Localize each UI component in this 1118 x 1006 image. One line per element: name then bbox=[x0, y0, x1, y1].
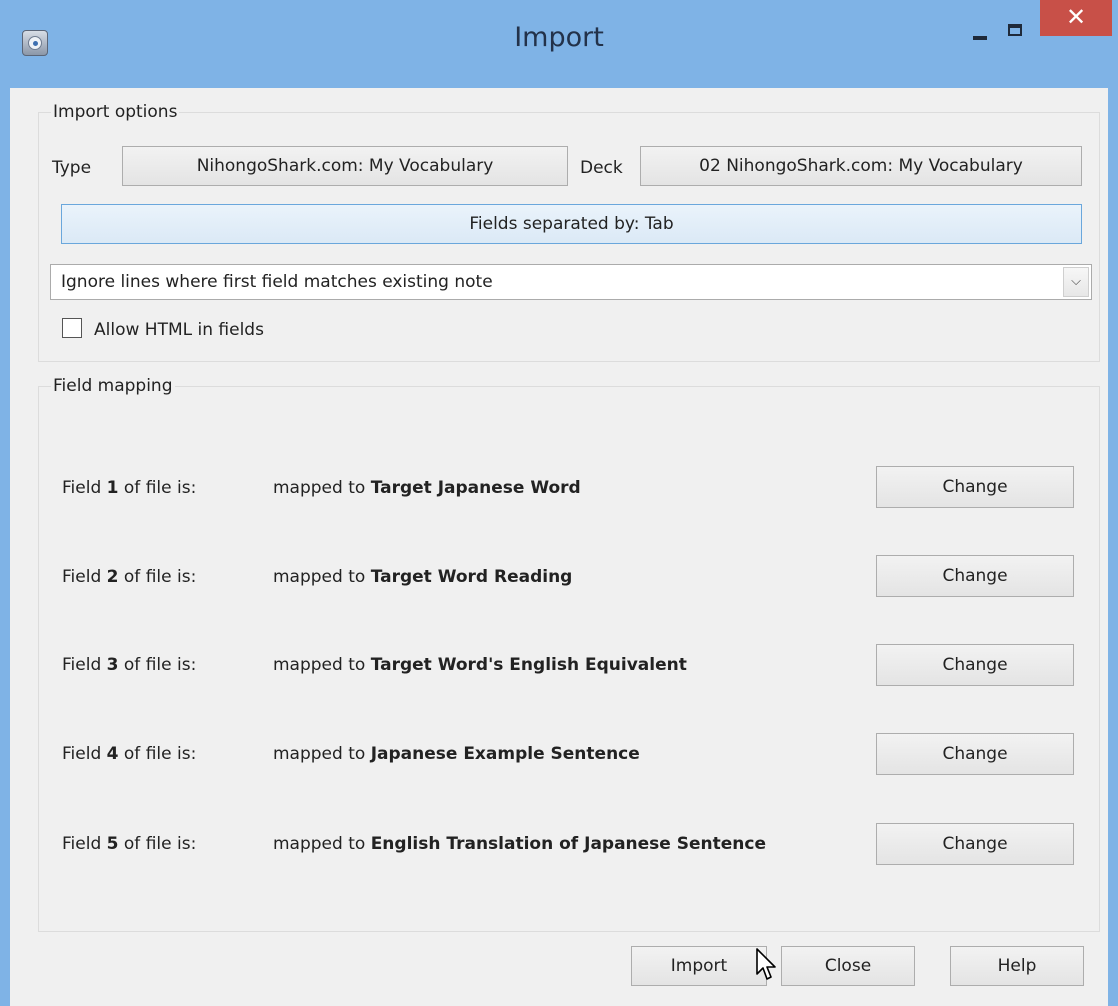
change-button[interactable]: Change bbox=[876, 733, 1074, 775]
duplicate-handling-select[interactable]: Ignore lines where first field matches e… bbox=[50, 264, 1092, 300]
mapped-to-text: mapped to English Translation of Japanes… bbox=[273, 834, 766, 854]
field-row-label: Field 2 of file is: bbox=[62, 567, 197, 587]
change-button[interactable]: Change bbox=[876, 466, 1074, 508]
import-button[interactable]: Import bbox=[631, 946, 767, 986]
field-row-label: Field 5 of file is: bbox=[62, 834, 197, 854]
field-mapping-title: Field mapping bbox=[53, 376, 173, 396]
title-bar[interactable]: Import ✕ bbox=[0, 0, 1118, 88]
mapped-to-text: mapped to Japanese Example Sentence bbox=[273, 744, 640, 764]
mouse-pointer-icon bbox=[756, 948, 776, 980]
field-row-label: Field 1 of file is: bbox=[62, 478, 197, 498]
maximize-icon[interactable] bbox=[1000, 18, 1030, 46]
deck-label: Deck bbox=[580, 158, 623, 178]
close-window-button[interactable]: ✕ bbox=[1040, 0, 1112, 36]
deck-button[interactable]: 02 NihongoShark.com: My Vocabulary bbox=[640, 146, 1082, 186]
chevron-down-icon[interactable]: ⌵ bbox=[1063, 267, 1089, 297]
minimize-icon[interactable] bbox=[965, 18, 995, 46]
field-row-label: Field 3 of file is: bbox=[62, 655, 197, 675]
help-button[interactable]: Help bbox=[950, 946, 1084, 986]
field-row-label: Field 4 of file is: bbox=[62, 744, 197, 764]
allow-html-checkbox[interactable] bbox=[62, 318, 82, 338]
mapped-to-text: mapped to Target Japanese Word bbox=[273, 478, 581, 498]
import-options-title: Import options bbox=[53, 102, 178, 122]
allow-html-label[interactable]: Allow HTML in fields bbox=[94, 320, 264, 340]
fields-separator-button[interactable]: Fields separated by: Tab bbox=[61, 204, 1082, 244]
duplicate-handling-value: Ignore lines where first field matches e… bbox=[61, 272, 493, 292]
change-button[interactable]: Change bbox=[876, 555, 1074, 597]
dialog-body: Import options Type NihongoShark.com: My… bbox=[10, 88, 1108, 1006]
import-dialog: Import ✕ Import options Type NihongoShar… bbox=[0, 0, 1118, 1006]
type-label: Type bbox=[52, 158, 92, 178]
change-button[interactable]: Change bbox=[876, 823, 1074, 865]
window-title: Import bbox=[514, 22, 604, 53]
close-button[interactable]: Close bbox=[781, 946, 915, 986]
change-button[interactable]: Change bbox=[876, 644, 1074, 686]
note-type-button[interactable]: NihongoShark.com: My Vocabulary bbox=[122, 146, 568, 186]
mapped-to-text: mapped to Target Word's English Equivale… bbox=[273, 655, 687, 675]
mapped-to-text: mapped to Target Word Reading bbox=[273, 567, 573, 587]
